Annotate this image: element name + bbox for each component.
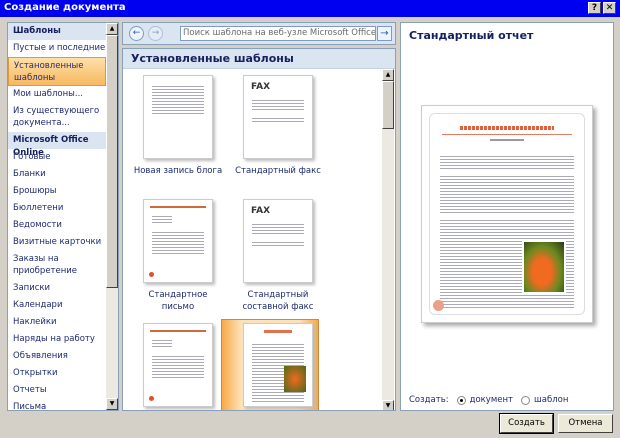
sidebar-item[interactable]: Открытки — [8, 365, 106, 382]
template-thumbnail[interactable]: FAX — [243, 199, 313, 283]
title-bar: Создание документа — [0, 0, 620, 17]
search-toolbar: ← → Поиск шаблона на веб-узле Microsoft … — [122, 22, 396, 45]
sidebar-item[interactable]: Наряды на работу — [8, 331, 106, 348]
create-button[interactable]: Создать — [499, 413, 554, 434]
sidebar-scrollbar[interactable]: ▲ ▼ — [106, 23, 118, 410]
radio-template[interactable] — [520, 395, 530, 405]
sidebar-item[interactable]: Бюллетени — [8, 200, 106, 217]
window-title: Создание документа — [4, 2, 126, 13]
template-thumbnail[interactable] — [143, 323, 213, 407]
template-label[interactable]: Новая запись блога — [133, 165, 223, 177]
radio-document[interactable] — [456, 395, 466, 405]
sidebar-item[interactable]: Из существующего документа... — [8, 103, 106, 132]
create-options: Создать: документ шаблон — [409, 395, 568, 405]
template-thumbnail[interactable] — [143, 75, 213, 159]
sidebar-item[interactable]: Объявления — [8, 348, 106, 365]
radio-template-label[interactable]: шаблон — [534, 395, 568, 405]
search-go-button[interactable]: → — [377, 26, 392, 41]
scroll-up-icon[interactable]: ▲ — [106, 23, 118, 35]
sidebar-item[interactable]: Письма — [8, 399, 106, 410]
scroll-thumb[interactable] — [106, 35, 118, 288]
preview-panel: Стандартный отчет Создать: документ шабл… — [400, 22, 614, 411]
close-button[interactable]: ✕ — [603, 2, 616, 14]
template-item[interactable] — [233, 323, 323, 407]
template-label[interactable]: Стандартное письмо — [133, 289, 223, 313]
scroll-thumb[interactable] — [382, 81, 394, 129]
forward-button[interactable]: → — [148, 26, 163, 41]
sidebar-item[interactable]: Визитные карточки — [8, 234, 106, 251]
fax-heading: FAX — [251, 206, 271, 216]
sidebar-section-header: Microsoft Office Online — [8, 132, 106, 158]
template-item[interactable]: FAX Стандартный факс — [233, 75, 323, 177]
sidebar-item[interactable]: Записки — [8, 280, 106, 297]
back-button[interactable]: ← — [129, 26, 144, 41]
preview-title: Стандартный отчет — [409, 29, 534, 42]
sidebar-item[interactable]: Бланки — [8, 166, 106, 183]
template-item[interactable]: FAX Стандартный составной факс — [233, 199, 323, 313]
category-sidebar: Шаблоны Пустые и последние Установленные ш… — [7, 22, 119, 411]
templates-header: Установленные шаблоны — [123, 49, 395, 69]
sidebar-item[interactable]: Заказы на приобретение — [8, 251, 106, 280]
templates-scrollbar[interactable]: ▲ ▼ — [382, 69, 394, 410]
scroll-down-icon[interactable]: ▼ — [382, 400, 394, 410]
template-item[interactable] — [133, 323, 223, 407]
sidebar-item[interactable]: Календари — [8, 297, 106, 314]
sidebar-item[interactable]: Брошюры — [8, 183, 106, 200]
template-thumbnail[interactable]: FAX — [243, 75, 313, 159]
sidebar-item[interactable]: Готовые — [8, 149, 106, 166]
radio-document-label[interactable]: документ — [470, 395, 513, 405]
help-button[interactable]: ? — [588, 2, 601, 14]
sidebar-item[interactable]: Пустые и последние — [8, 40, 106, 57]
preview-image — [421, 105, 593, 323]
create-as-label: Создать: — [409, 395, 449, 405]
template-label[interactable]: Стандартный составной факс — [233, 289, 323, 313]
search-input[interactable]: Поиск шаблона на веб-узле Microsoft Offi… — [180, 26, 376, 41]
template-thumbnail[interactable] — [143, 199, 213, 283]
sidebar-item[interactable]: Мои шаблоны... — [8, 86, 106, 103]
sidebar-item[interactable]: Установленные шаблоны — [8, 57, 106, 86]
sidebar-item[interactable]: Отчеты — [8, 382, 106, 399]
sidebar-item[interactable]: Ведомости — [8, 217, 106, 234]
template-item[interactable]: Стандартное письмо — [133, 199, 223, 313]
sidebar-section-header: Шаблоны — [8, 23, 106, 40]
scroll-down-icon[interactable]: ▼ — [106, 398, 118, 410]
sidebar-item[interactable]: Наклейки — [8, 314, 106, 331]
template-thumbnail[interactable] — [243, 323, 313, 407]
fax-heading: FAX — [251, 82, 271, 92]
templates-panel: Установленные шаблоны Новая запись блога… — [122, 48, 396, 411]
template-label[interactable]: Стандартный факс — [233, 165, 323, 177]
cancel-button[interactable]: Отмена — [558, 414, 613, 433]
scroll-up-icon[interactable]: ▲ — [382, 69, 394, 81]
template-item[interactable]: Новая запись блога — [133, 75, 223, 177]
